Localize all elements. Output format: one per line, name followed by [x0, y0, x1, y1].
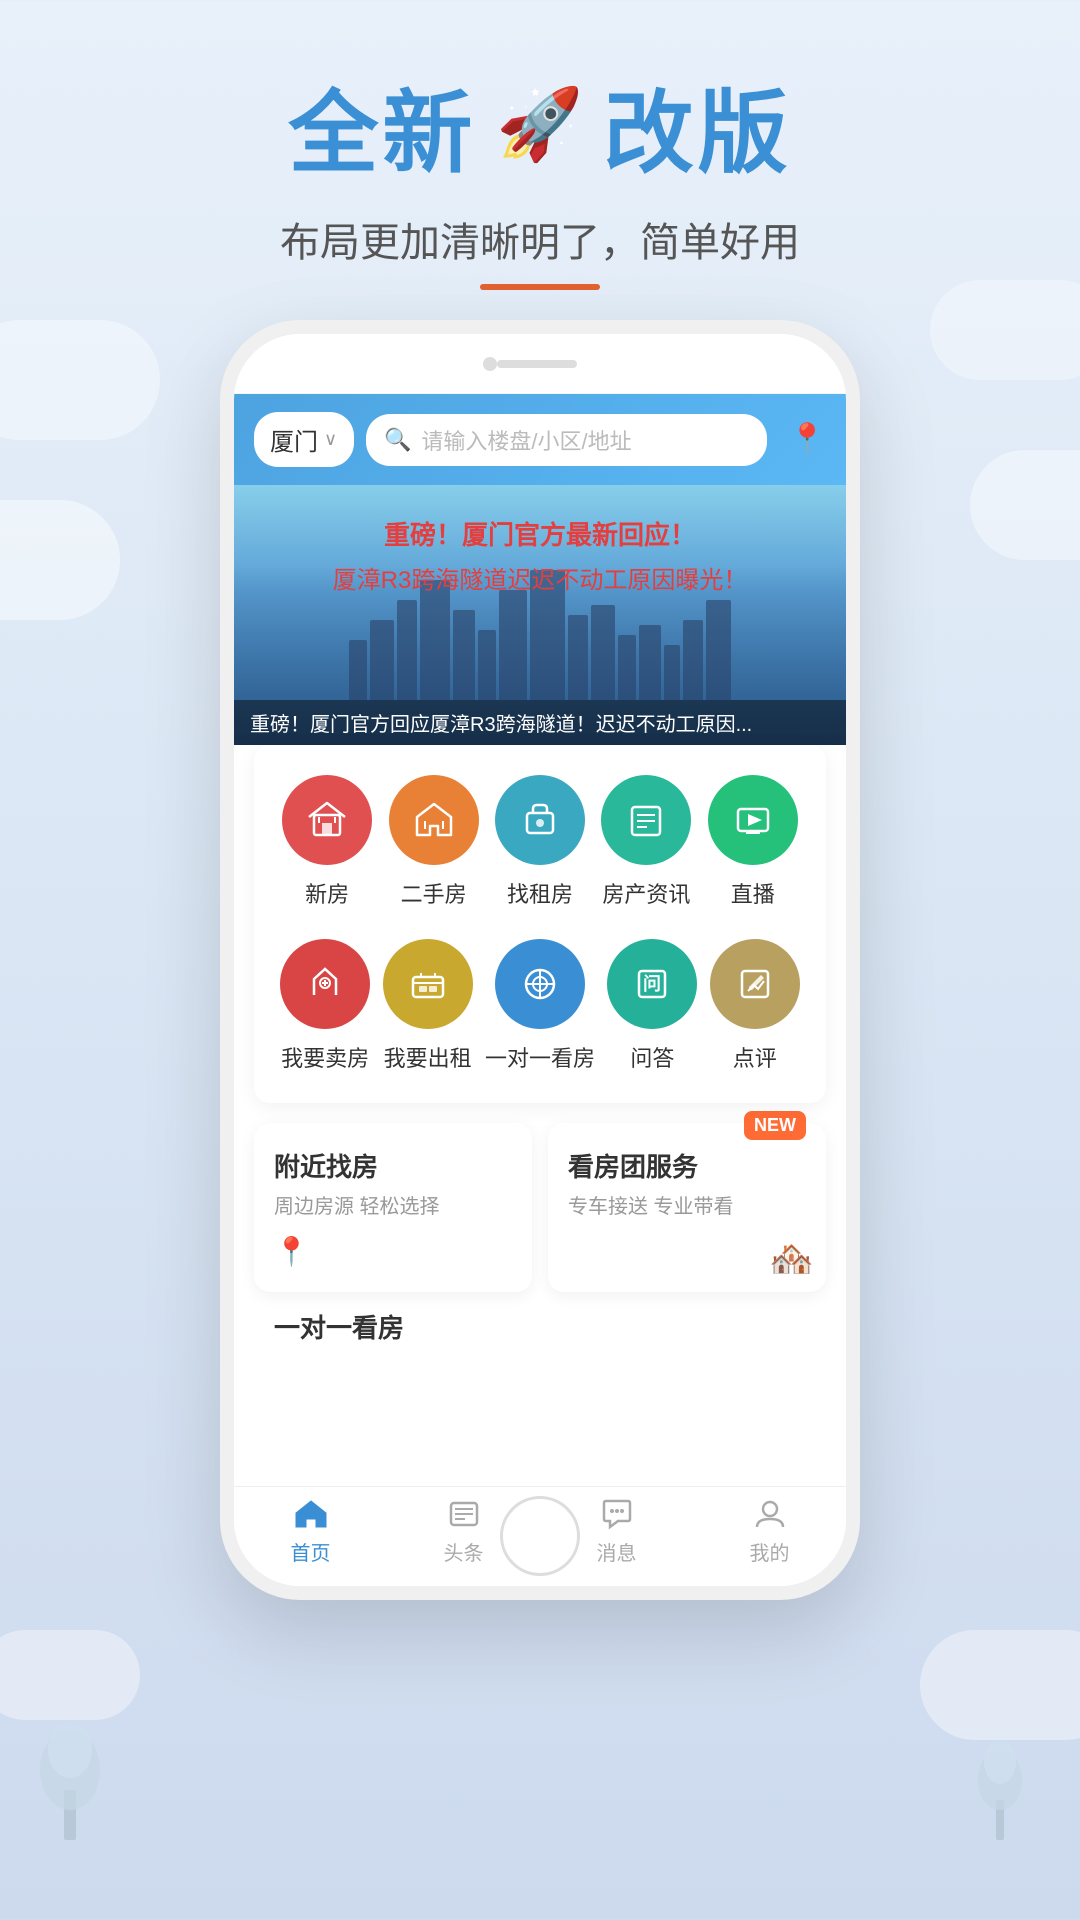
- search-bar[interactable]: 🔍 请输入楼盘/小区/地址: [366, 414, 767, 466]
- second-hand-icon: [389, 775, 479, 865]
- menu-item-one-to-one[interactable]: 一对一看房: [485, 939, 595, 1073]
- search-icon: 🔍: [384, 427, 411, 453]
- menu-item-review[interactable]: 点评: [710, 939, 800, 1073]
- cloud-decoration-right-top: [930, 280, 1080, 380]
- message-nav-icon: [600, 1497, 634, 1531]
- house-tour-subtitle: 专车接送 专业带看: [568, 1190, 806, 1219]
- house-illustration: 🏘️: [769, 1238, 814, 1280]
- phone-speaker: [497, 360, 577, 368]
- deco-circle-left: [0, 500, 120, 620]
- one-to-one-label: 一对一看房: [485, 1041, 595, 1073]
- nearby-homes-title: 附近找房: [274, 1147, 512, 1184]
- deco-circle-right: [970, 450, 1080, 560]
- tree-decoration-left: [30, 1700, 110, 1840]
- menu-card: 新房 二手房 找租房: [254, 745, 826, 1103]
- cloud-decoration-left-top: [0, 320, 160, 440]
- banner-title-line1: 重磅！厦门官方最新回应！: [234, 515, 846, 552]
- one-to-one-section: 一对一看房: [234, 1292, 846, 1345]
- banner-bottom-text: 重磅！厦门官方回应厦漳R3跨海隧道！迟迟不动工原因...: [234, 700, 846, 745]
- live-label: 直播: [731, 877, 775, 909]
- sell-label: 我要卖房: [281, 1041, 369, 1073]
- title-right: 改版: [604, 60, 792, 190]
- qa-label: 问答: [630, 1041, 674, 1073]
- menu-item-lease[interactable]: 我要出租: [383, 939, 473, 1073]
- menu-item-second-hand[interactable]: 二手房: [389, 775, 479, 909]
- header-title-row: 全新 🚀 改版: [0, 60, 1080, 190]
- nearby-homes-subtitle: 周边房源 轻松选择: [274, 1190, 512, 1219]
- headline-nav-label: 头条: [444, 1537, 484, 1566]
- city-selector[interactable]: 厦门 ∨: [254, 412, 354, 467]
- qa-icon: 问: [607, 939, 697, 1029]
- review-label: 点评: [733, 1041, 777, 1073]
- menu-item-qa[interactable]: 问 问答: [607, 939, 697, 1073]
- one-to-one-icon: [495, 939, 585, 1029]
- rent-icon: [495, 775, 585, 865]
- tree-decoration-right: [970, 1720, 1030, 1840]
- rent-label: 找租房: [507, 877, 573, 909]
- sell-icon: [280, 939, 370, 1029]
- headline-nav-icon: [447, 1497, 481, 1531]
- profile-nav-label: 我的: [750, 1537, 790, 1566]
- new-home-label: 新房: [305, 877, 349, 909]
- nearby-homes-card[interactable]: 附近找房 周边房源 轻松选择 📍: [254, 1123, 532, 1292]
- nav-item-profile[interactable]: 我的: [693, 1497, 846, 1566]
- dropdown-arrow-icon: ∨: [324, 429, 337, 450]
- menu-item-new-home[interactable]: 新房: [282, 775, 372, 909]
- map-pin-icon: 📍: [274, 1235, 512, 1268]
- svg-text:问: 问: [643, 974, 661, 994]
- house-tour-card[interactable]: NEW 看房团服务 专车接送 专业带看 🏘️: [548, 1123, 826, 1292]
- menu-row-2: 我要卖房 我要出租 一对一看房 问: [274, 939, 806, 1073]
- banner-title-line2: 厦漳R3跨海隧道迟迟不动工原因曝光！: [234, 560, 846, 595]
- message-nav-label: 消息: [597, 1537, 637, 1566]
- profile-nav-icon: [753, 1497, 787, 1531]
- header-underline: [480, 284, 600, 290]
- city-name: 厦门: [270, 422, 318, 457]
- news-label: 房产资讯: [602, 877, 690, 909]
- nav-item-home[interactable]: 首页: [234, 1497, 387, 1566]
- phone-camera: [483, 357, 497, 371]
- menu-item-live[interactable]: 直播: [708, 775, 798, 909]
- phone-mockup: 厦门 ∨ 🔍 请输入楼盘/小区/地址 📍: [220, 320, 860, 1600]
- header-area: 全新 🚀 改版 布局更加清晰明了，简单好用: [0, 60, 1080, 290]
- lease-label: 我要出租: [384, 1041, 472, 1073]
- title-left: 全新: [288, 60, 476, 190]
- phone-home-button[interactable]: [500, 1496, 580, 1576]
- app-content: 厦门 ∨ 🔍 请输入楼盘/小区/地址 📍: [234, 394, 846, 1586]
- new-badge: NEW: [744, 1111, 806, 1140]
- header-subtitle: 布局更加清晰明了，简单好用: [0, 210, 1080, 268]
- home-nav-icon: [294, 1497, 328, 1531]
- banner-text-overlay: 重磅！厦门官方最新回应！ 厦漳R3跨海隧道迟迟不动工原因曝光！: [234, 515, 846, 595]
- lease-icon: [383, 939, 473, 1029]
- new-home-icon: [282, 775, 372, 865]
- one-to-one-section-title: 一对一看房: [274, 1308, 806, 1345]
- news-icon: [601, 775, 691, 865]
- banner-area: 重磅！厦门官方最新回应！ 厦漳R3跨海隧道迟迟不动工原因曝光！ 重磅！厦门官方回…: [234, 485, 846, 745]
- house-tour-title: 看房团服务: [568, 1147, 806, 1184]
- live-icon: [708, 775, 798, 865]
- bottom-nav: 首页 头条 消息 我的: [234, 1486, 846, 1586]
- menu-item-sell[interactable]: 我要卖房: [280, 939, 370, 1073]
- bottom-cards-area: 附近找房 周边房源 轻松选择 📍 NEW 看房团服务 专车接送 专业带看 🏘️: [234, 1103, 846, 1292]
- location-icon[interactable]: 📍: [789, 422, 826, 457]
- review-icon: [710, 939, 800, 1029]
- second-hand-label: 二手房: [401, 877, 467, 909]
- search-placeholder-text: 请输入楼盘/小区/地址: [421, 424, 631, 456]
- app-header: 厦门 ∨ 🔍 请输入楼盘/小区/地址 📍: [234, 394, 846, 485]
- menu-item-rent[interactable]: 找租房: [495, 775, 585, 909]
- menu-row-1: 新房 二手房 找租房: [274, 775, 806, 909]
- rocket-icon: 🚀: [496, 84, 583, 166]
- home-nav-label: 首页: [291, 1537, 331, 1566]
- phone-top-bar: [234, 334, 846, 394]
- menu-item-news[interactable]: 房产资讯: [601, 775, 691, 909]
